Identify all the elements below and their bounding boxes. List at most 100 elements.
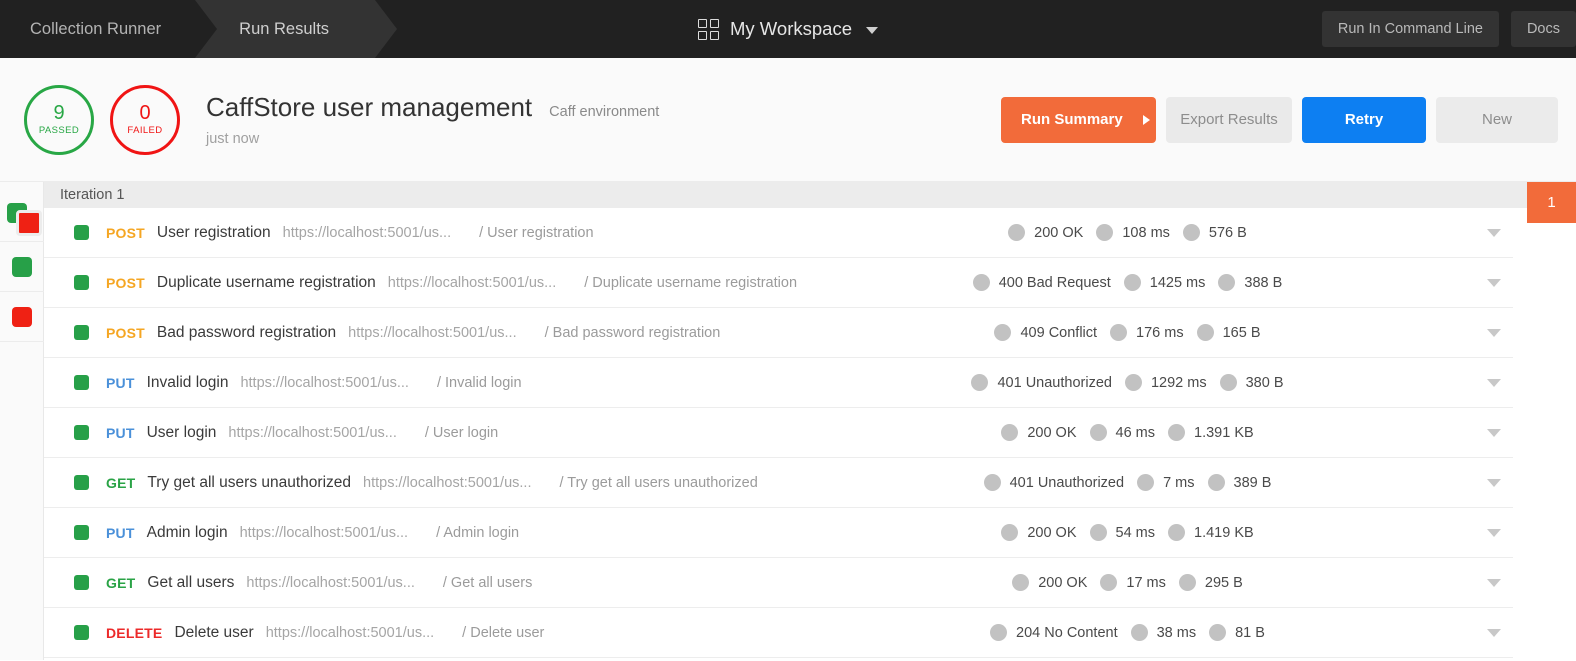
run-title-block: CaffStore user management Caff environme… <box>206 92 659 147</box>
status-code: 409 Conflict <box>1020 324 1098 341</box>
status-code: 200 OK <box>1034 224 1084 241</box>
table-row[interactable]: DELETE Delete user https://localhost:5001/… <box>44 608 1513 658</box>
response-time-stat: 38 ms <box>1130 624 1210 641</box>
row-status-icon <box>74 575 89 590</box>
run-summary-button[interactable]: Run Summary <box>1001 96 1156 143</box>
table-row[interactable]: PUT User login https://localhost:5001/us..… <box>44 408 1513 458</box>
table-row[interactable]: PUT Admin login https://localhost:5001/us.… <box>44 508 1513 558</box>
breadcrumb-label: Collection Runner <box>30 19 162 38</box>
new-run-button[interactable]: New <box>1436 96 1558 143</box>
table-row[interactable]: PUT Invalid login https://localhost:5001/u… <box>44 358 1513 408</box>
response-stats: 200 OK 108 ms 576 B <box>944 224 1324 241</box>
request-url: https://localhost:5001/us... <box>363 474 532 491</box>
failed-filter[interactable] <box>0 292 44 342</box>
environment-label: Caff environment <box>549 104 660 120</box>
retry-button[interactable]: Retry <box>1302 96 1426 143</box>
table-row[interactable]: POST User registration https://localhost:5… <box>44 208 1513 258</box>
response-time-stat: 1425 ms <box>1123 274 1219 291</box>
breadcrumb-collection-runner[interactable]: Collection Runner <box>0 0 195 58</box>
request-url: https://localhost:5001/us... <box>282 224 452 241</box>
iteration-label: Iteration 1 <box>60 187 125 203</box>
run-in-command-line-button[interactable]: Run In Command Line <box>1321 11 1499 47</box>
status-code: 401 Unauthorized <box>1009 474 1125 491</box>
iteration-header: Iteration 1 1 <box>44 182 1576 223</box>
response-time: 38 ms <box>1156 624 1197 641</box>
request-url: https://localhost:5001/us... <box>387 274 557 291</box>
expand-row-chevron-icon[interactable] <box>1487 378 1501 387</box>
table-row[interactable]: POST Duplicate username registration https… <box>44 258 1513 308</box>
all-results-filter[interactable] <box>0 192 44 242</box>
test-name: / Delete user <box>462 624 545 641</box>
response-time-stat: 108 ms <box>1096 224 1183 241</box>
table-row[interactable]: POST Bad password registration https://loc… <box>44 308 1513 358</box>
failed-count: 0 <box>139 102 151 124</box>
status-dot-icon <box>1001 524 1019 541</box>
response-time: 17 ms <box>1126 574 1166 591</box>
expand-row-chevron-icon[interactable] <box>1487 528 1501 537</box>
response-size: 388 B <box>1244 274 1283 291</box>
request-method: DELETE <box>106 624 163 641</box>
time-dot-icon <box>1124 374 1142 391</box>
response-time-stat: 176 ms <box>1110 324 1197 341</box>
response-size: 576 B <box>1208 224 1247 241</box>
table-row[interactable]: GET Try get all users unauthorized https:/… <box>44 458 1513 508</box>
size-dot-icon <box>1196 324 1214 341</box>
breadcrumb-label: Run Results <box>239 19 330 38</box>
request-method: PUT <box>106 524 135 541</box>
request-url: https://localhost:5001/us... <box>228 424 397 441</box>
failed-label: FAILED <box>127 125 163 136</box>
request-rows: POST User registration https://localhost:5… <box>44 208 1576 658</box>
test-name: / User registration <box>479 224 594 241</box>
chevron-down-icon[interactable] <box>866 27 878 34</box>
status-code: 400 Bad Request <box>998 274 1111 291</box>
workspace-label: My Workspace <box>730 18 852 39</box>
expand-row-chevron-icon[interactable] <box>1487 328 1501 337</box>
status-code-stat: 401 Unauthorized <box>983 474 1137 491</box>
iteration-tab-1[interactable]: 1 <box>1527 182 1576 223</box>
status-code-stat: 204 No Content <box>990 624 1131 641</box>
time-dot-icon <box>1123 274 1141 291</box>
time-dot-icon <box>1089 424 1107 441</box>
request-method: GET <box>106 574 136 591</box>
response-size-stat: 295 B <box>1178 574 1256 591</box>
docs-button[interactable]: Docs <box>1510 11 1576 47</box>
response-stats: 200 OK 17 ms 295 B <box>944 574 1324 591</box>
response-time-stat: 1292 ms <box>1124 374 1220 391</box>
status-dot-icon <box>1012 574 1030 591</box>
request-method: POST <box>106 324 145 341</box>
expand-row-chevron-icon[interactable] <box>1487 228 1501 237</box>
passed-label: PASSED <box>38 125 80 136</box>
status-dot-icon <box>990 624 1008 641</box>
table-row[interactable]: GET Get all users https://localhost:5001/u… <box>44 558 1513 608</box>
export-results-button[interactable]: Export Results <box>1166 96 1292 143</box>
request-name: Duplicate username registration <box>156 273 376 291</box>
passed-filter[interactable] <box>0 242 44 292</box>
size-dot-icon <box>1218 274 1236 291</box>
row-status-icon <box>74 325 89 340</box>
expand-row-chevron-icon[interactable] <box>1487 278 1501 287</box>
test-name: / User login <box>424 424 499 441</box>
request-url: https://localhost:5001/us... <box>240 374 409 391</box>
response-stats: 409 Conflict 176 ms 165 B <box>944 324 1324 341</box>
response-time-stat: 17 ms <box>1100 574 1179 591</box>
response-size: 1.419 KB <box>1194 524 1254 541</box>
status-code-stat: 200 OK <box>1008 224 1096 241</box>
stacked-squares-icon <box>6 202 42 236</box>
request-name: User login <box>146 423 217 441</box>
expand-row-chevron-icon[interactable] <box>1487 628 1501 637</box>
request-method: POST <box>106 224 145 241</box>
request-name: Admin login <box>146 523 228 541</box>
run-timestamp: just now <box>206 131 260 147</box>
status-code-stat: 400 Bad Request <box>972 274 1124 291</box>
passed-count: 9 <box>53 102 65 124</box>
expand-row-chevron-icon[interactable] <box>1487 578 1501 587</box>
expand-row-chevron-icon[interactable] <box>1487 478 1501 487</box>
row-status-icon <box>74 275 89 290</box>
expand-row-chevron-icon[interactable] <box>1487 428 1501 437</box>
workspace-selector[interactable]: My Workspace <box>698 18 878 40</box>
breadcrumb-run-results[interactable]: Run Results <box>195 0 397 58</box>
row-status-icon <box>74 525 89 540</box>
response-time-stat: 54 ms <box>1089 524 1169 541</box>
response-size-stat: 81 B <box>1209 624 1278 641</box>
status-code: 200 OK <box>1027 524 1077 541</box>
